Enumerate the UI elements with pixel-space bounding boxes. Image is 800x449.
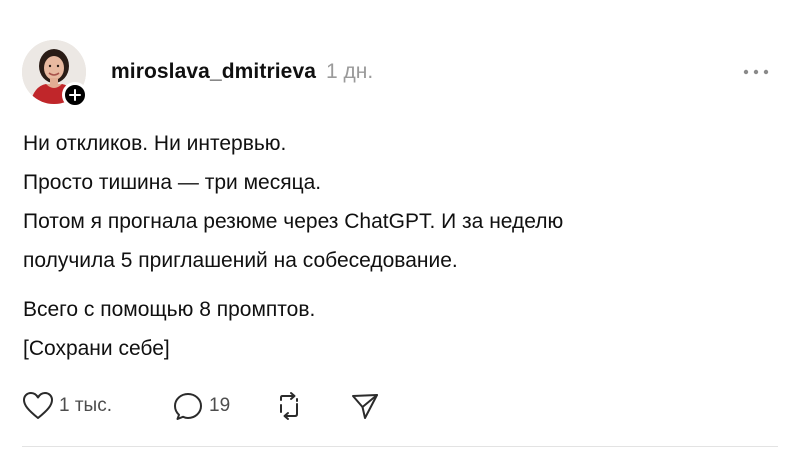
follow-button[interactable] bbox=[62, 82, 88, 108]
repost-icon bbox=[280, 392, 298, 420]
more-options-button[interactable] bbox=[740, 64, 772, 80]
like-button[interactable]: 1 тыс. bbox=[22, 391, 172, 421]
post-divider bbox=[22, 446, 778, 447]
post-text-line: Ни откликов. Ни интервью. bbox=[23, 132, 287, 155]
post-text-line: Потом я прогнала резюме через ChatGPT. И… bbox=[23, 210, 564, 233]
thread-post: miroslava_dmitrieva 1 дн. Ни откликов. Н… bbox=[0, 0, 800, 449]
comment-bubble-icon bbox=[174, 393, 202, 420]
post-text-line: Всего с помощью 8 промптов. bbox=[23, 298, 316, 321]
post-text-line: Просто тишина — три месяца. bbox=[23, 171, 322, 194]
reply-count: 19 bbox=[209, 395, 231, 416]
author-avatar-container bbox=[22, 40, 90, 108]
plus-icon bbox=[69, 89, 81, 101]
like-count: 1 тыс. bbox=[59, 395, 112, 416]
post-actions: 1 тыс. 19 bbox=[22, 391, 390, 421]
post-header: miroslava_dmitrieva 1 дн. bbox=[111, 60, 373, 88]
send-icon bbox=[352, 394, 378, 419]
post-timestamp: 1 дн. bbox=[326, 60, 374, 83]
repost-button[interactable] bbox=[272, 391, 350, 421]
post-text-line: [Сохрани себе] bbox=[23, 337, 170, 360]
share-button[interactable] bbox=[350, 391, 390, 421]
more-horizontal-icon bbox=[743, 69, 769, 75]
reply-button[interactable]: 19 bbox=[172, 391, 272, 421]
post-body: Ни откликов. Ни интервью. Просто тишина … bbox=[23, 124, 783, 368]
author-username[interactable]: miroslava_dmitrieva bbox=[111, 60, 316, 84]
post-text-line: получила 5 приглашений на собеседование. bbox=[23, 249, 458, 272]
heart-icon bbox=[23, 392, 53, 419]
